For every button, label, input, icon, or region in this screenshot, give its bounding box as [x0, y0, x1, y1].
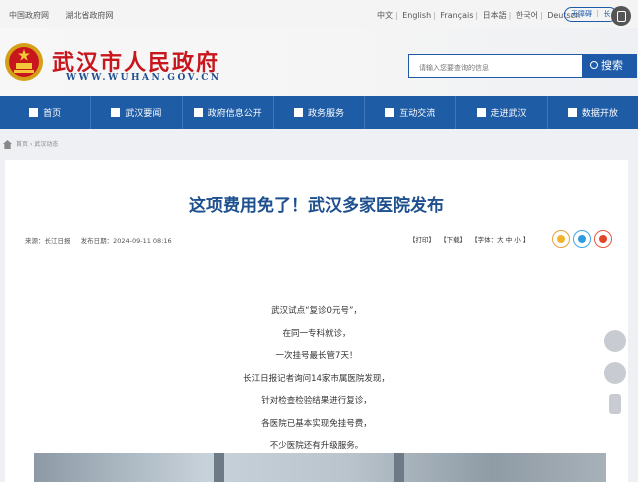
article-paragraph: 在同一专科就诊，	[282, 328, 351, 339]
site-url: WWW.WUHAN.GOV.CN	[66, 73, 222, 83]
article-tools: 【打印】 【下载】 【字体：大 中 小 】	[409, 234, 532, 244]
breadcrumb-sep: ›	[29, 141, 33, 148]
lang-ko[interactable]: 한국어	[516, 11, 538, 20]
home-icon	[3, 140, 12, 149]
search-icon	[590, 61, 598, 69]
top-bar: 中国政府网 湖北省政府网 中文 | English | Français | 日本語 |…	[0, 0, 638, 28]
font-size-control[interactable]: 【字体：大 中 小 】	[471, 236, 529, 244]
nav-visit-wuhan[interactable]: 走进武汉	[456, 96, 548, 129]
article-paragraph: 各医院已基本实现免挂号费，	[261, 418, 372, 429]
service-icon	[293, 108, 303, 117]
download-button[interactable]: 【下载】	[440, 236, 466, 244]
info-disclosure-icon	[193, 108, 203, 117]
weibo-icon[interactable]	[604, 362, 626, 384]
nav-gov-service[interactable]: 政务服务	[274, 96, 366, 129]
national-emblem-icon	[5, 43, 43, 81]
print-button[interactable]: 【打印】	[409, 236, 435, 244]
search-button[interactable]: 搜索	[582, 54, 637, 78]
article-body: 武汉试点“复诊0元号”， 在同一专科就诊， 一次挂号最长管7天！ 长江日报记者询…	[5, 300, 628, 458]
nav-label: 首页	[43, 109, 62, 119]
article-paragraph: 针对检查检验结果进行复诊，	[261, 396, 372, 406]
article-paragraph: 长江日报记者询问14家市属医院发现，	[243, 373, 390, 384]
wechat-icon[interactable]	[604, 330, 626, 352]
nav-open-data[interactable]: 数据开放	[548, 96, 638, 129]
share-weibo-icon[interactable]	[594, 230, 612, 248]
nav-label: 互动交流	[399, 109, 436, 119]
search-input[interactable]	[409, 57, 582, 79]
nav-wuhan-news[interactable]: 武汉要闻	[91, 96, 183, 129]
main-nav: 首页 武汉要闻 政府信息公开 政务服务 互动交流 走进武汉 数据开放	[0, 96, 638, 129]
visit-icon	[476, 108, 486, 117]
news-icon	[111, 108, 121, 117]
lang-ja[interactable]: 日本語	[483, 11, 507, 20]
article-meta: 来源：长江日报 发布日期：2024-09-11 08:16	[25, 235, 180, 245]
data-icon	[567, 108, 577, 117]
lang-en[interactable]: English	[402, 11, 431, 20]
interaction-icon	[385, 108, 395, 117]
exit-icon[interactable]	[611, 6, 631, 26]
nav-label: 数据开放	[581, 109, 618, 119]
search-button-label: 搜索	[601, 59, 623, 72]
article-date: 发布日期：2024-09-11 08:16	[80, 237, 172, 245]
home-icon	[29, 108, 39, 117]
nav-interaction[interactable]: 互动交流	[365, 96, 457, 129]
search-box	[408, 54, 582, 79]
article-photo	[34, 453, 606, 482]
lang-fr[interactable]: Français	[440, 11, 473, 20]
nav-home[interactable]: 首页	[0, 96, 92, 129]
language-switcher: 中文 | English | Français | 日本語 | 한국어 | Deutsch	[377, 11, 581, 20]
link-hubei-gov[interactable]: 湖北省政府网	[66, 11, 114, 20]
nav-label: 政务服务	[307, 109, 344, 119]
top-links: 中国政府网 湖北省政府网	[9, 10, 128, 21]
article-paragraph: 武汉试点“复诊0元号”，	[271, 306, 362, 316]
article-title: 这项费用免了！武汉多家医院发布	[189, 196, 444, 216]
article-source: 来源：长江日报	[25, 237, 71, 245]
nav-info-disclosure[interactable]: 政府信息公开	[183, 96, 274, 129]
nav-label: 走进武汉	[490, 109, 527, 119]
breadcrumb-current[interactable]: 武汉动态	[34, 141, 58, 148]
share-qq-icon[interactable]	[573, 230, 591, 248]
nav-label: 政府信息公开	[207, 109, 262, 119]
breadcrumb-home[interactable]: 首页	[16, 141, 28, 148]
breadcrumb: 首页 › 武汉动态	[0, 137, 638, 153]
accessibility-button[interactable]: 无障碍 ｜ 长	[564, 7, 618, 22]
article-panel: 这项费用免了！武汉多家医院发布 来源：长江日报 发布日期：2024-09-11 …	[5, 160, 628, 482]
article-paragraph: 一次挂号最长管7天！	[275, 351, 358, 361]
floating-share-bar	[604, 330, 634, 424]
share-qzone-icon[interactable]	[552, 230, 570, 248]
lang-zh[interactable]: 中文	[377, 11, 393, 20]
nav-label: 武汉要闻	[125, 109, 162, 119]
link-gov-cn[interactable]: 中国政府网	[9, 11, 49, 20]
mobile-icon[interactable]	[609, 394, 621, 414]
